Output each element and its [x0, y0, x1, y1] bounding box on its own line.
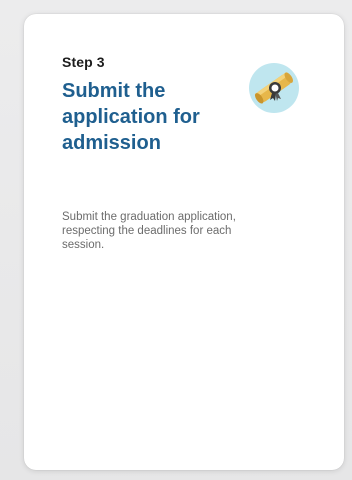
card-title: Submit the application for admission	[62, 80, 200, 154]
diploma-icon	[248, 62, 300, 114]
card-description: Submit the graduation application, respe…	[62, 211, 236, 251]
step-card: Step 3 Submit the application for admiss…	[24, 14, 344, 470]
page-background: Step 3 Submit the application for admiss…	[0, 0, 352, 480]
step-label: Step 3	[62, 54, 105, 70]
